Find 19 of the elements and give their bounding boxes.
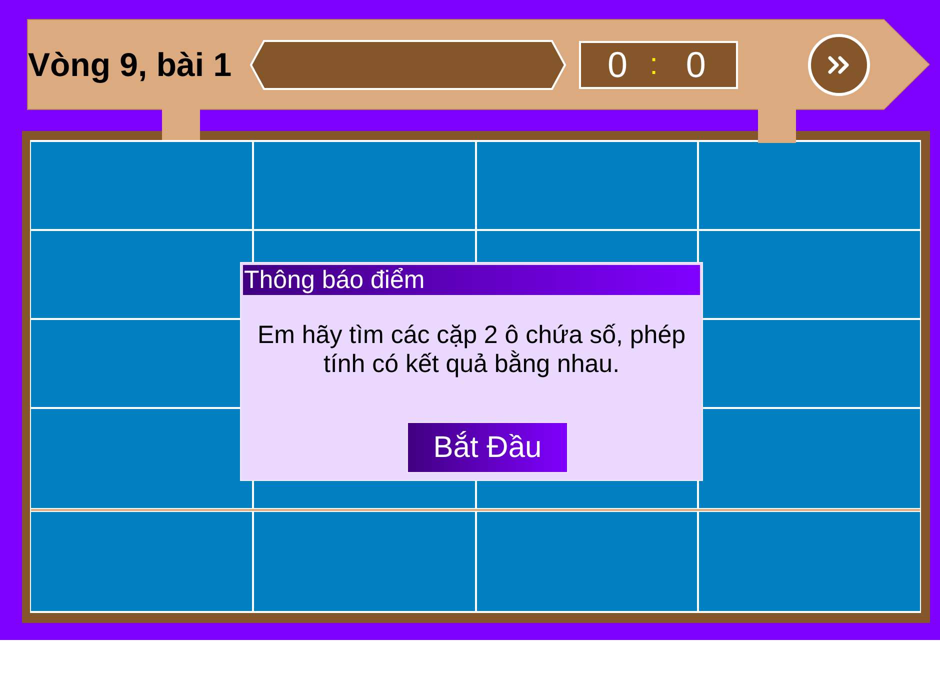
round-title: Vòng 9, bài 1 bbox=[28, 46, 232, 84]
game-tile[interactable] bbox=[31, 409, 252, 508]
game-tile[interactable] bbox=[699, 409, 920, 508]
game-tile[interactable] bbox=[699, 142, 920, 229]
game-tile[interactable] bbox=[476, 142, 698, 229]
game-tile[interactable] bbox=[31, 142, 252, 229]
game-tile[interactable] bbox=[254, 142, 474, 229]
score-value: 0 bbox=[686, 44, 706, 86]
game-tile[interactable] bbox=[476, 512, 698, 611]
game-tile[interactable] bbox=[254, 512, 474, 611]
dialog-title: Thông báo điểm bbox=[243, 265, 700, 295]
score-value: 0 bbox=[608, 44, 628, 86]
game-tile[interactable] bbox=[699, 512, 920, 611]
game-tile[interactable] bbox=[31, 512, 252, 611]
score-separator: : bbox=[650, 48, 658, 82]
start-button[interactable]: Bắt Đầu bbox=[407, 422, 568, 473]
double-chevron-icon bbox=[828, 56, 850, 74]
game-tile[interactable] bbox=[699, 231, 920, 318]
dialog-message: Em hãy tìm các cặp 2 ô chứa số, phép tính có kết quả bằng nhau. bbox=[256, 321, 687, 379]
